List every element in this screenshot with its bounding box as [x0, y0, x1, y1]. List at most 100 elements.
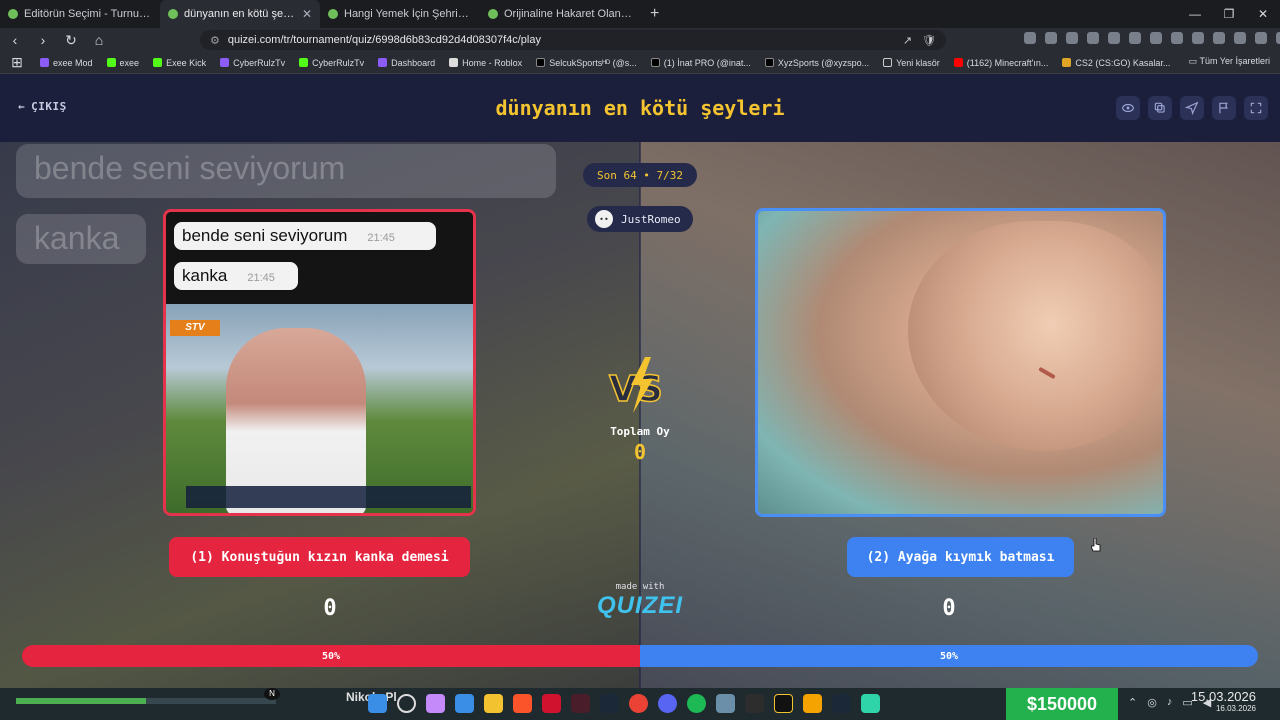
- extension-icons: [1024, 32, 1280, 44]
- chat-time: 21:45: [367, 232, 395, 244]
- eye-icon[interactable]: [1116, 96, 1140, 120]
- extension-icon[interactable]: [1150, 32, 1162, 44]
- browser-tab-1[interactable]: Editörün Seçimi - Turnuva - Quizei: [0, 0, 160, 28]
- bookmark-item[interactable]: SelcukSportsᴴᴰ (@s...: [536, 58, 637, 68]
- flag-icon[interactable]: [1212, 96, 1236, 120]
- bookmark-item[interactable]: (1) İnat PRO (@inat...: [650, 58, 751, 68]
- avatar: ••: [595, 210, 613, 228]
- bookmark-item[interactable]: CS2 (CS:GO) Kasalar...: [1062, 58, 1170, 68]
- url-field[interactable]: ⚙ quizei.com/tr/tournament/quiz/6998d6b8…: [200, 30, 946, 50]
- vote-progress-bar: 50% 50%: [22, 645, 1258, 667]
- fullscreen-icon[interactable]: [1244, 96, 1268, 120]
- extension-icon[interactable]: [1234, 32, 1246, 44]
- widgets-icon[interactable]: [426, 694, 445, 713]
- menu-icon[interactable]: [1276, 32, 1280, 44]
- option-2-votes: 0: [942, 596, 956, 621]
- extension-icon[interactable]: [1255, 32, 1267, 44]
- option-1-image[interactable]: bende seni seviyorum 21:45 kanka 21:45 STV: [163, 209, 476, 516]
- extension-icon[interactable]: [1108, 32, 1120, 44]
- extension-icon[interactable]: [1066, 32, 1078, 44]
- browser-tab-2[interactable]: dünyanın en kötü şeyleri - Tier L ✕: [160, 0, 320, 28]
- extension-icon[interactable]: [1129, 32, 1141, 44]
- spotify-icon[interactable]: [687, 694, 706, 713]
- bookmark-favicon-icon: [220, 58, 230, 67]
- bookmark-favicon-icon: [378, 58, 388, 67]
- app-icon[interactable]: [716, 694, 735, 713]
- network-icon[interactable]: ◎: [1147, 696, 1157, 709]
- search-icon[interactable]: [397, 694, 416, 713]
- restore-icon[interactable]: ❐: [1212, 0, 1246, 28]
- reload-icon[interactable]: ↻: [62, 32, 80, 49]
- close-tab-icon[interactable]: ✕: [302, 7, 312, 21]
- bookmark-item[interactable]: exee Mod: [40, 58, 93, 68]
- steam-icon[interactable]: [600, 694, 619, 713]
- discord-icon[interactable]: [658, 694, 677, 713]
- browser-tab-4[interactable]: Orijinaline Hakaret Olan Yemek - Tier: [480, 0, 640, 28]
- bookmark-item[interactable]: Home - Roblox: [449, 58, 522, 68]
- app-icon[interactable]: [571, 694, 590, 713]
- home-icon[interactable]: ⌂: [90, 32, 108, 48]
- new-tab-icon[interactable]: +: [640, 5, 669, 23]
- bookmark-folder[interactable]: Yeni klasör: [883, 58, 940, 68]
- option-1-button[interactable]: (1) Konuştuğun kızın kanka demesi: [169, 537, 470, 577]
- option-2-button[interactable]: (2) Ayağa kıymık batması: [847, 537, 1074, 577]
- app-icon[interactable]: [774, 694, 793, 713]
- share-icon[interactable]: ↗: [903, 34, 912, 47]
- all-bookmarks-folder[interactable]: ▭ Tüm Yer İşaretleri: [1189, 56, 1270, 67]
- clock-time: 15.03.2026: [1190, 689, 1256, 704]
- tab-favicon-icon: [488, 9, 498, 19]
- windows-start-icon[interactable]: [368, 694, 387, 713]
- file-explorer-icon[interactable]: [484, 694, 503, 713]
- clock-date: 16.03.2026: [1215, 704, 1256, 713]
- header-tools: [1116, 96, 1268, 120]
- bookmark-item[interactable]: (1162) Minecraft'ın...: [953, 58, 1048, 68]
- apps-grid-icon[interactable]: ⊞: [8, 54, 26, 71]
- forward-icon[interactable]: ›: [34, 32, 52, 48]
- username: JustRomeo: [621, 212, 681, 226]
- minimize-icon[interactable]: —: [1178, 0, 1212, 28]
- opera-icon[interactable]: [542, 694, 561, 713]
- extension-icon[interactable]: [1171, 32, 1183, 44]
- bookmark-item[interactable]: Dashboard: [378, 58, 435, 68]
- youtube-icon: [953, 58, 963, 67]
- option-2-image[interactable]: [755, 208, 1166, 517]
- extension-icon[interactable]: [1192, 32, 1204, 44]
- brave-icon[interactable]: [513, 694, 532, 713]
- back-icon[interactable]: ‹: [6, 32, 24, 48]
- extension-icon[interactable]: [1024, 32, 1036, 44]
- made-with-quizei[interactable]: made with QUIZEI: [590, 582, 690, 620]
- chat-text: bende seni seviyorum: [182, 226, 348, 245]
- bookmark-item[interactable]: CyberRulzTv: [220, 58, 285, 68]
- extension-icon[interactable]: [1045, 32, 1057, 44]
- bookmark-item[interactable]: exee: [106, 58, 139, 68]
- bookmark-item[interactable]: Exee Kick: [153, 58, 206, 68]
- app-icon[interactable]: [861, 694, 880, 713]
- chrome-icon[interactable]: [629, 694, 648, 713]
- microphone-icon[interactable]: ♪: [1167, 696, 1173, 709]
- bookmark-label: Dashboard: [391, 57, 436, 68]
- bookmark-favicon-icon: [40, 58, 49, 67]
- extension-icon[interactable]: [1087, 32, 1099, 44]
- copy-icon[interactable]: [1148, 96, 1172, 120]
- chevron-up-icon[interactable]: ⌃: [1128, 696, 1137, 709]
- taskbar-clock[interactable]: 15.03.2026 16.03.2026: [1191, 689, 1256, 713]
- close-window-icon[interactable]: ✕: [1246, 0, 1280, 28]
- steam-icon[interactable]: [832, 694, 851, 713]
- app-icon[interactable]: [745, 694, 764, 713]
- store-icon[interactable]: [455, 694, 474, 713]
- send-icon[interactable]: [1180, 96, 1204, 120]
- site-settings-icon[interactable]: ⚙: [210, 34, 220, 47]
- background-text: bende seni seviyorum: [34, 150, 346, 186]
- bookmark-label: Tüm Yer İşaretleri: [1199, 56, 1270, 66]
- tab-favicon-icon: [8, 9, 18, 19]
- bookmark-item[interactable]: CyberRulzTv: [299, 58, 364, 68]
- bookmark-item[interactable]: XyzSports (@xyzspo...: [764, 58, 869, 68]
- option-2-percent: 50%: [640, 645, 1258, 667]
- app-icon[interactable]: [803, 694, 822, 713]
- chat-time: 21:45: [247, 272, 275, 284]
- bookmark-favicon-icon: [1062, 58, 1072, 67]
- extension-icon[interactable]: [1213, 32, 1225, 44]
- quiz-header: ← ÇIKIŞ dünyanın en kötü şeyleri: [0, 74, 1280, 142]
- brave-shield-icon[interactable]: 🛡: [922, 34, 936, 47]
- browser-tab-3[interactable]: Hangi Yemek İçin Şehrine Gidersin?: [320, 0, 480, 28]
